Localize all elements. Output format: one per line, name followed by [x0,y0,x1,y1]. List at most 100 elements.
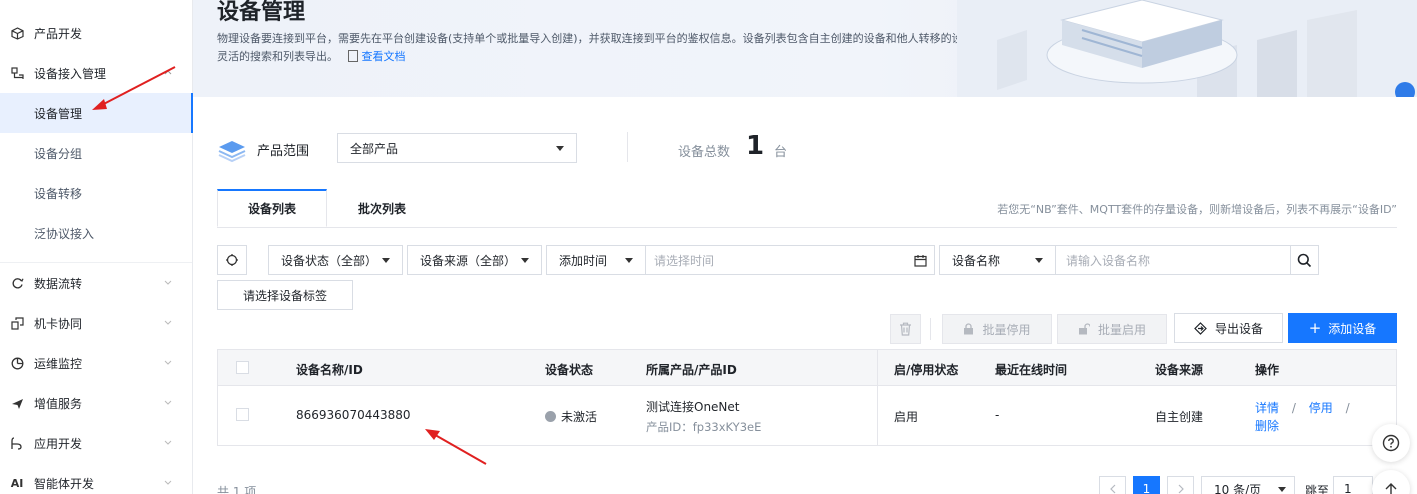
column-header-last-online: 最近在线时间 [995,363,1068,377]
lock-icon [964,323,974,335]
page-1-button[interactable]: 1 [1133,476,1160,494]
description-text: 物理设备要连接到平台，需要先在平台创建设备(支持单个或批量导入创建)，并获取连接… [217,32,1029,63]
sidebar-item-label: 数据流转 [34,276,83,291]
column-header-actions: 操作 [1255,363,1280,377]
export-devices-button[interactable]: 导出设备 [1174,313,1283,343]
delete-button[interactable] [890,314,921,344]
data-flow-icon [10,276,24,290]
caret-down-icon [1035,258,1043,263]
page-size-value: 10 条/页 [1214,482,1262,494]
device-total-unit: 台 [774,145,788,160]
sidebar-item-ops-monitor[interactable]: 运维监控 [0,343,193,383]
prev-page-button[interactable] [1099,476,1126,494]
product-range-value: 全部产品 [350,141,399,156]
device-status-cell: 未激活 [545,408,597,425]
sidebar-item-label: 产品开发 [34,26,83,41]
unlock-icon [1078,323,1090,335]
sidebar-subitem-label: 设备转移 [34,186,83,201]
trash-icon [900,322,911,336]
row-checkbox[interactable] [236,408,249,421]
product-range-select[interactable]: 全部产品 [337,133,577,163]
doc-icon [347,50,358,62]
product-id: 产品ID：fp33xKY3eE [646,420,762,434]
product-range-icon [218,141,246,163]
chevron-up-icon [164,70,172,75]
device-status-select[interactable]: 设备状态（全部） [268,245,403,275]
sidebar-item-label: 运维监控 [34,356,83,371]
action-separator: / [1345,401,1350,415]
send-icon [10,396,24,410]
sidebar-item-value-added[interactable]: 增值服务 [0,383,193,423]
tab-batch-list[interactable]: 批次列表 [327,189,437,227]
view-docs-link[interactable]: 查看文档 [362,50,406,63]
row-actions: 详情 / 停用 / [1255,399,1350,416]
device-name-search-input[interactable]: 请输入设备名称 [1055,245,1291,275]
product-name[interactable]: 测试连接OneNet [646,398,740,415]
help-icon [1382,434,1400,452]
device-name-placeholder: 请输入设备名称 [1066,253,1151,268]
device-source-value: 设备来源（全部） [420,253,517,268]
calendar-icon[interactable] [914,254,927,267]
sidebar-item-card-collab[interactable]: 机卡协同 [0,303,193,343]
device-management-page: 产品开发 设备接入管理 设备管理 设备分组 设备转移 泛协议接入 数据流转 机卡… [0,0,1417,494]
filter-toggle-button[interactable] [217,245,247,275]
sidebar-subitem-device-transfer[interactable]: 设备转移 [0,173,193,213]
chevron-down-icon [164,280,172,285]
device-source: 自主创建 [1155,410,1204,424]
plus-icon: + [1308,319,1322,337]
caret-down-icon [1278,487,1286,492]
sidebar-subitem-label: 设备分组 [34,146,83,161]
chevron-down-icon [164,400,172,405]
sidebar-item-data-flow[interactable]: 数据流转 [0,263,193,303]
tabs-divider [217,227,1397,228]
column-header-source: 设备来源 [1155,363,1204,377]
details-link[interactable]: 详情 [1255,401,1279,415]
sidebar-item-device-access[interactable]: 设备接入管理 [0,53,193,93]
sidebar-item-label: 增值服务 [34,396,83,411]
time-type-select[interactable]: 添加时间 [546,245,646,275]
inactive-status-icon [545,411,556,422]
select-all-checkbox[interactable] [236,361,249,374]
jump-page-input[interactable]: 1 [1333,476,1373,494]
sidebar-item-label: 应用开发 [34,436,83,451]
chevron-down-icon [164,440,172,445]
chevron-right-icon [1178,484,1184,494]
device-tag-select-button[interactable]: 请选择设备标签 [217,280,353,310]
page-description: 物理设备要连接到平台，需要先在平台创建设备(支持单个或批量导入创建)，并获取连接… [217,30,1037,66]
sidebar-subitem-device-group[interactable]: 设备分组 [0,133,193,173]
caret-down-icon [625,258,633,263]
caret-down-icon [382,258,390,263]
name-type-select[interactable]: 设备名称 [939,245,1056,275]
jump-to-label: 跳至 [1305,484,1330,494]
tabs-note: 若您无“NB”套件、MQTT套件的存量设备，则新增设备后，列表不再展示“设备ID… [997,203,1397,216]
back-to-top-button[interactable] [1372,470,1410,494]
device-name-id[interactable]: 866936070443880 [296,408,411,422]
sidebar-item-product-dev[interactable]: 产品开发 [0,13,193,53]
column-separator [877,350,878,446]
disable-link[interactable]: 停用 [1309,401,1333,415]
device-access-icon [10,66,24,80]
add-device-button[interactable]: + 添加设备 [1288,313,1397,343]
sidebar-subitem-generic-protocol[interactable]: 泛协议接入 [0,213,193,253]
batch-enable-label: 批量启用 [1097,322,1146,337]
next-page-button[interactable] [1167,476,1194,494]
column-header-enabled: 启/停用状态 [894,363,959,377]
column-header-name: 设备名称/ID [296,363,363,377]
page-size-select[interactable]: 10 条/页 [1201,476,1295,494]
table-header: 设备名称/ID 设备状态 所属产品/产品ID 启/停用状态 最近在线时间 设备来… [218,350,1396,386]
server-illustration [957,0,1417,97]
time-type-value: 添加时间 [559,253,608,268]
help-float-button[interactable] [1372,424,1410,462]
batch-disable-button[interactable]: 批量停用 [942,314,1052,344]
last-online-time: - [995,408,1000,422]
sidebar-item-label: 机卡协同 [34,316,83,331]
device-source-select[interactable]: 设备来源（全部） [407,245,542,275]
batch-enable-button[interactable]: 批量启用 [1057,314,1167,344]
search-button[interactable] [1290,245,1319,275]
tab-device-list[interactable]: 设备列表 [217,189,327,227]
delete-link[interactable]: 删除 [1255,419,1279,433]
sidebar-item-agent-dev[interactable]: AI 智能体开发 [0,463,193,494]
sidebar-subitem-device-management[interactable]: 设备管理 [0,93,193,133]
time-range-input[interactable]: 请选择时间 [645,245,935,275]
sidebar-item-app-dev[interactable]: 应用开发 [0,423,193,463]
